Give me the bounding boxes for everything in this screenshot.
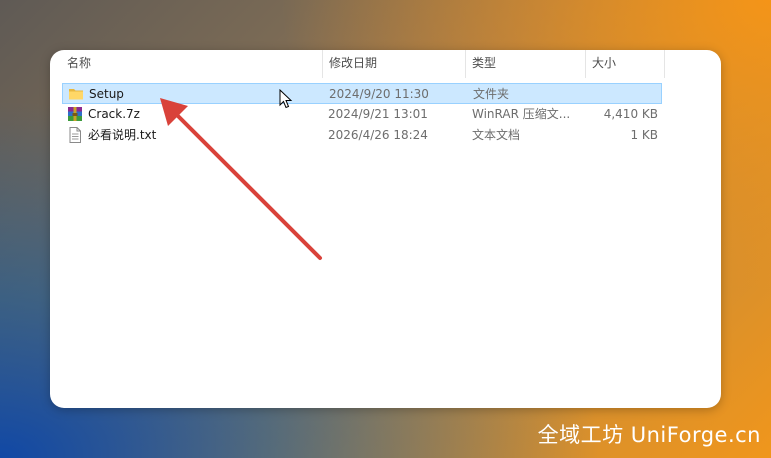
file-type: 文件夹 [473,87,510,101]
file-type: 文本文档 [472,128,521,142]
file-row-readme[interactable]: 必看说明.txt 2026/4/26 18:24 文本文档 1 KB [62,125,662,146]
file-date: 2024/9/20 11:30 [329,87,429,101]
column-header-name[interactable]: 名称 [61,50,321,78]
file-name: 必看说明.txt [88,128,157,142]
file-date: 2024/9/21 13:01 [328,107,428,121]
file-explorer-window: ⌃ 名称 修改日期 类型 大小 Setup 2024/9/20 11:30 文件… [50,50,721,408]
file-size: 1 KB [630,128,658,142]
column-header-bar: ⌃ 名称 修改日期 类型 大小 [50,50,721,78]
column-header-type[interactable]: 类型 [465,50,585,78]
folder-icon [69,89,83,100]
winrar-archive-icon [68,107,82,121]
file-row-setup[interactable]: Setup 2024/9/20 11:30 文件夹 [62,83,662,104]
text-file-icon [69,127,81,143]
file-type: WinRAR 压缩文... [472,107,571,121]
file-name: Crack.7z [88,107,140,121]
column-header-size[interactable]: 大小 [585,50,665,78]
file-name: Setup [89,87,124,101]
file-size: 4,410 KB [603,107,658,121]
file-row-crack[interactable]: Crack.7z 2024/9/21 13:01 WinRAR 压缩文... 4… [62,104,662,125]
column-header-date[interactable]: 修改日期 [322,50,465,78]
mouse-cursor-icon [279,89,293,109]
watermark-text: 全域工坊 UniForge.cn [537,423,761,447]
file-date: 2026/4/26 18:24 [328,128,428,142]
